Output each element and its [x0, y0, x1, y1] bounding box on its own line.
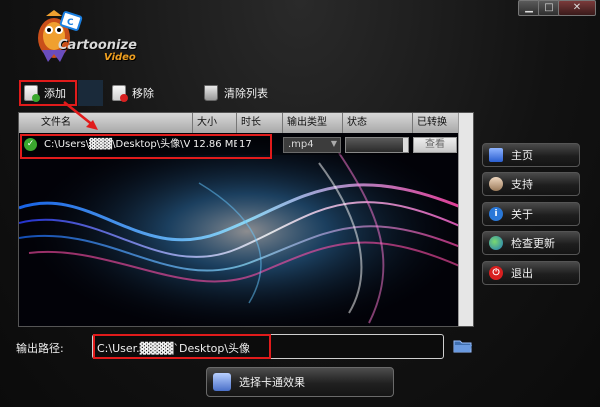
- exit-button-label: 退出: [511, 267, 533, 280]
- red-arrow-annotation: [63, 101, 98, 130]
- clear-list-button[interactable]: 清除列表: [204, 82, 268, 104]
- home-icon: [489, 148, 503, 162]
- maximize-button[interactable]: □: [538, 0, 560, 16]
- check-update-label: 检查更新: [511, 237, 555, 250]
- remove-button-label: 移除: [132, 87, 154, 100]
- support-button-label: 支持: [511, 178, 533, 191]
- column-header-size[interactable]: 大小: [193, 113, 237, 133]
- check-update-button[interactable]: 检查更新: [482, 231, 580, 255]
- minimize-button[interactable]: ▁: [518, 0, 540, 16]
- output-type-select[interactable]: .mp4 ▼: [283, 137, 341, 153]
- about-button-label: 关于: [511, 208, 533, 221]
- remove-file-icon: [112, 85, 128, 102]
- status-progress-bar: [345, 137, 409, 153]
- output-path-label: 输出路径:: [16, 342, 64, 355]
- svg-text:C: C: [67, 18, 74, 28]
- output-type-value: .mp4: [288, 139, 314, 150]
- trash-icon: [204, 85, 218, 101]
- vertical-scrollbar[interactable]: [458, 113, 473, 326]
- update-globe-icon: [489, 236, 503, 250]
- column-header-status[interactable]: 状态: [343, 113, 413, 133]
- view-button[interactable]: 查看: [413, 137, 457, 153]
- power-icon: ⏻: [489, 266, 503, 280]
- support-button[interactable]: 支持: [482, 172, 580, 196]
- about-button[interactable]: i 关于: [482, 202, 580, 226]
- home-button-label: 主页: [511, 149, 533, 162]
- exit-button[interactable]: ⏻ 退出: [482, 261, 580, 285]
- clear-list-label: 清除列表: [224, 87, 268, 100]
- select-cartoon-effect-button[interactable]: 选择卡通效果: [206, 367, 394, 397]
- column-header-duration[interactable]: 时长: [237, 113, 283, 133]
- info-icon: i: [489, 207, 503, 221]
- logo-title: Cartoonize: [58, 38, 137, 53]
- logo-subtitle: Video: [104, 52, 136, 63]
- chevron-down-icon: ▼: [330, 139, 337, 148]
- file-row-highlight-box: [20, 134, 272, 159]
- column-header-output-type[interactable]: 输出类型: [283, 113, 343, 133]
- app-logo-icon: C: [38, 10, 83, 62]
- select-cartoon-effect-label: 选择卡通效果: [239, 376, 305, 389]
- close-button[interactable]: ✕: [558, 0, 596, 16]
- remove-button[interactable]: 移除: [112, 82, 154, 104]
- output-path-highlight-box: [93, 334, 271, 359]
- column-header-converted[interactable]: 已转换: [413, 113, 459, 133]
- home-button[interactable]: 主页: [482, 143, 580, 167]
- user-icon: [489, 177, 503, 191]
- folder-icon[interactable]: [453, 338, 473, 354]
- magic-wand-icon: [213, 373, 231, 391]
